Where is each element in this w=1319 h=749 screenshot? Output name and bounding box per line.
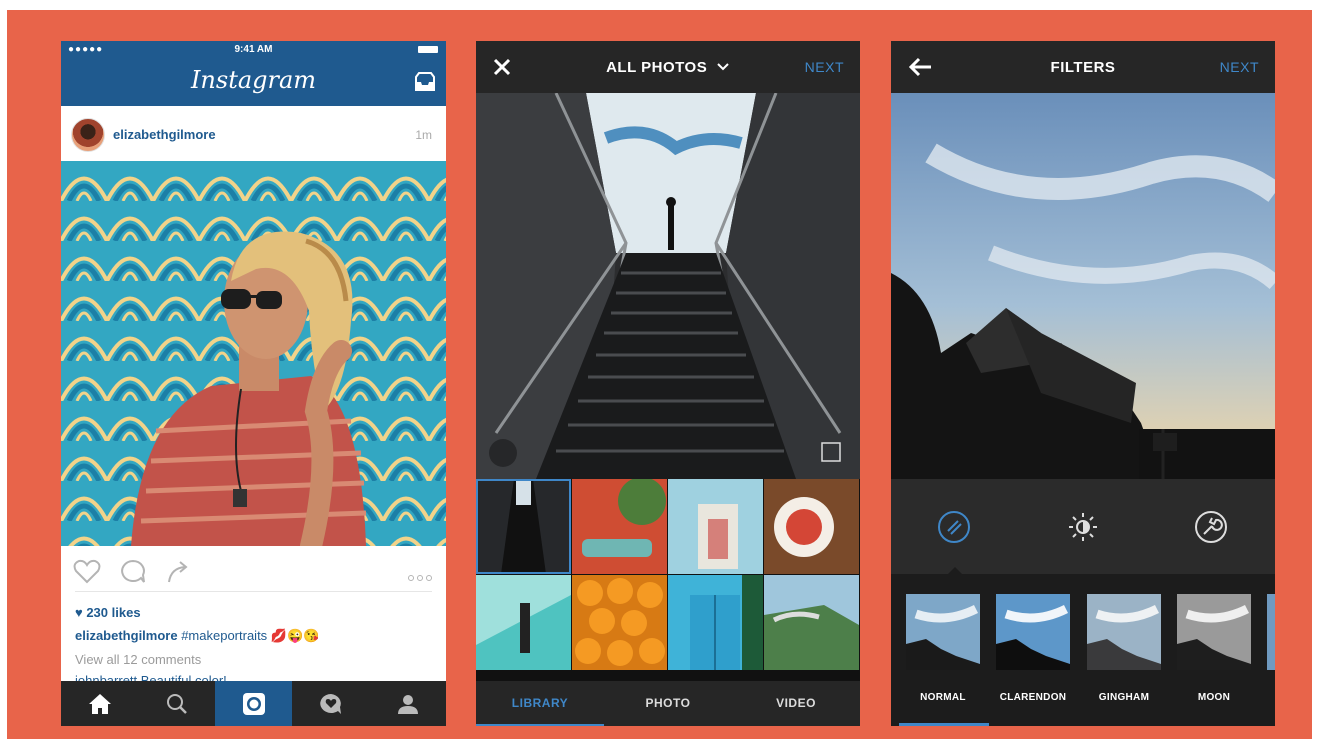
edit-wrench-icon[interactable] bbox=[1193, 509, 1229, 545]
next-button[interactable]: NEXT bbox=[1220, 59, 1259, 75]
app-header: Instagram bbox=[61, 59, 446, 106]
filter-label-normal[interactable]: NORMAL bbox=[898, 692, 988, 703]
filter-label-clarendon[interactable]: CLARENDON bbox=[988, 692, 1078, 703]
filter-wand-icon[interactable] bbox=[936, 509, 972, 545]
filters-title: FILTERS bbox=[1050, 59, 1116, 76]
feed-screen: ●●●●● 9:41 AM Instagram elizabethgilmore… bbox=[61, 41, 446, 726]
selected-photo-preview bbox=[476, 93, 860, 479]
post-actions bbox=[61, 546, 446, 596]
avatar[interactable] bbox=[71, 118, 105, 152]
photo-thumb[interactable] bbox=[572, 575, 667, 670]
photo-thumb[interactable] bbox=[668, 479, 763, 574]
profile-icon bbox=[397, 694, 418, 714]
filter-strip: NORMAL CLARENDON GINGHAM MOON bbox=[891, 574, 1275, 726]
divider bbox=[75, 591, 432, 592]
tab-video[interactable]: VIDEO bbox=[732, 681, 860, 726]
tab-library[interactable]: LIBRARY bbox=[476, 681, 604, 726]
filter-preview-photo bbox=[891, 93, 1275, 479]
post-timestamp: 1m bbox=[415, 128, 432, 142]
photo-thumb[interactable] bbox=[764, 479, 859, 574]
photo-grid bbox=[476, 479, 860, 679]
battery-icon bbox=[418, 46, 438, 53]
brightness-icon[interactable] bbox=[1065, 509, 1101, 545]
selected-tool-indicator bbox=[948, 567, 962, 574]
filter-label-moon[interactable]: MOON bbox=[1169, 692, 1259, 703]
app-logo: Instagram bbox=[190, 66, 317, 94]
filter-thumb-normal[interactable] bbox=[906, 594, 980, 670]
heart-icon[interactable] bbox=[73, 558, 101, 584]
edit-tools-bar bbox=[891, 479, 1275, 574]
caption-emoji: 💋😜😘 bbox=[270, 628, 320, 643]
comment-icon[interactable] bbox=[119, 558, 147, 584]
filters-screen: FILTERS NEXT NORMAL CLARENDON GINGHAM MO… bbox=[891, 41, 1275, 726]
library-header: ALL PHOTOS NEXT bbox=[476, 41, 860, 93]
filters-header: FILTERS NEXT bbox=[891, 41, 1275, 93]
filter-thumb-gingham[interactable] bbox=[1087, 594, 1161, 670]
filter-thumb-moon[interactable] bbox=[1177, 594, 1251, 670]
filter-thumb-partial[interactable] bbox=[1267, 594, 1275, 670]
more-options-icon[interactable] bbox=[405, 568, 432, 586]
post-header: elizabethgilmore 1m bbox=[61, 106, 446, 161]
selected-filter-indicator bbox=[899, 723, 989, 726]
post-photo[interactable] bbox=[61, 161, 446, 546]
tab-photo[interactable]: PHOTO bbox=[604, 681, 732, 726]
photo-thumb[interactable] bbox=[572, 479, 667, 574]
next-button[interactable]: NEXT bbox=[805, 59, 844, 75]
caption-hashtag[interactable]: #makeportraits bbox=[181, 628, 267, 643]
promo-background: ●●●●● 9:41 AM Instagram elizabethgilmore… bbox=[7, 10, 1312, 739]
activity-icon bbox=[319, 693, 341, 714]
camera-icon bbox=[242, 692, 265, 715]
tab-home[interactable] bbox=[61, 681, 138, 726]
bottom-tab-bar bbox=[61, 681, 446, 726]
post-username[interactable]: elizabethgilmore bbox=[113, 127, 216, 142]
photo-thumb[interactable] bbox=[764, 575, 859, 670]
photo-thumb[interactable] bbox=[476, 479, 571, 574]
filter-label-gingham[interactable]: GINGHAM bbox=[1079, 692, 1169, 703]
caption-username[interactable]: elizabethgilmore bbox=[75, 628, 178, 643]
status-time: 9:41 AM bbox=[234, 44, 273, 55]
tab-activity[interactable] bbox=[292, 681, 369, 726]
library-tab-bar: LIBRARY PHOTO VIDEO bbox=[476, 681, 860, 726]
search-icon bbox=[166, 693, 187, 714]
tab-camera[interactable] bbox=[215, 681, 292, 726]
tab-search[interactable] bbox=[138, 681, 215, 726]
filter-thumb-clarendon[interactable] bbox=[996, 594, 1070, 670]
library-screen: ALL PHOTOS NEXT LIBRARY PHOTO VIDEO bbox=[476, 41, 860, 726]
album-selector[interactable]: ALL PHOTOS bbox=[476, 59, 860, 76]
inbox-icon[interactable] bbox=[414, 72, 436, 92]
post-caption: elizabethgilmore #makeportraits 💋😜😘 bbox=[75, 628, 319, 644]
home-icon bbox=[88, 693, 111, 714]
chevron-down-icon bbox=[717, 63, 729, 71]
photo-thumb[interactable] bbox=[668, 575, 763, 670]
album-title: ALL PHOTOS bbox=[606, 59, 708, 76]
share-icon[interactable] bbox=[165, 558, 193, 584]
view-all-comments-link[interactable]: View all 12 comments bbox=[75, 652, 201, 667]
status-bar: ●●●●● 9:41 AM bbox=[61, 41, 446, 59]
expand-icon[interactable] bbox=[489, 439, 517, 467]
photo-thumb[interactable] bbox=[476, 575, 571, 670]
tab-profile[interactable] bbox=[369, 681, 446, 726]
likes-count[interactable]: ♥ 230 likes bbox=[75, 605, 141, 620]
